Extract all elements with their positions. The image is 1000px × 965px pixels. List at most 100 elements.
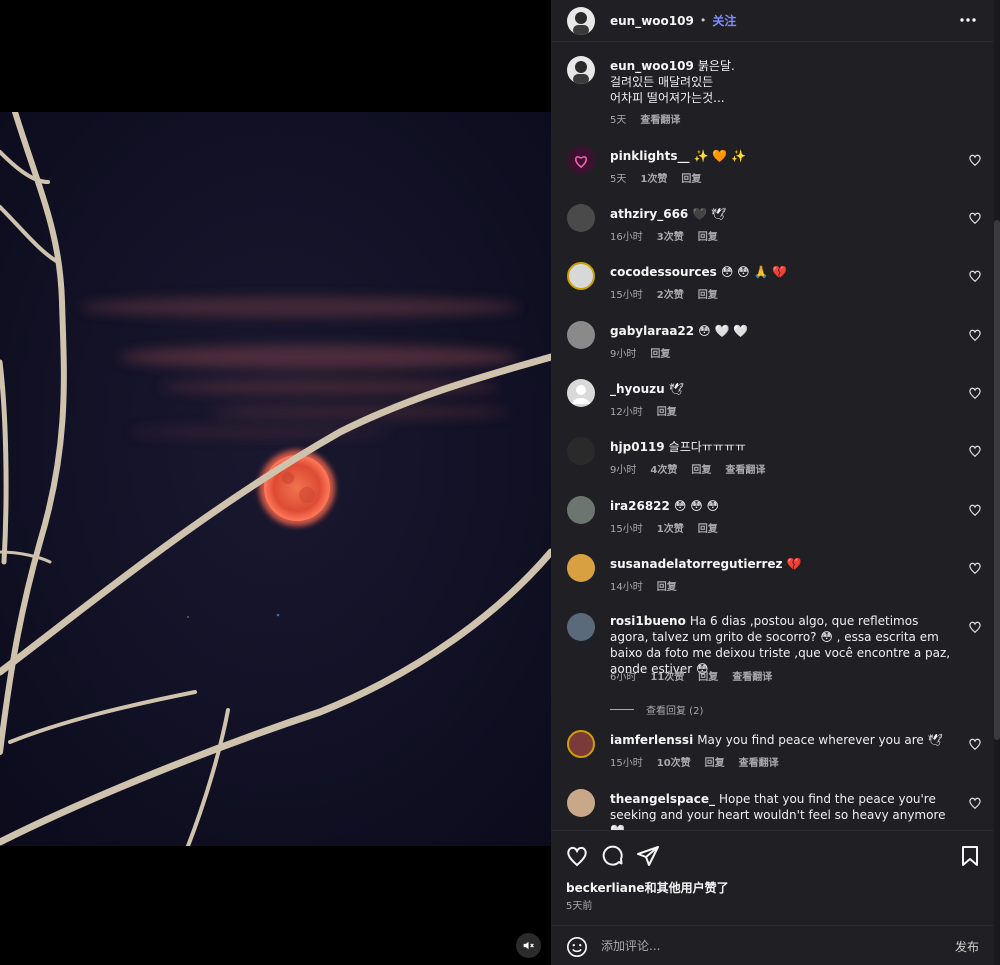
comment-username[interactable]: hjp0119	[610, 440, 665, 454]
comment-body: susanadelatorregutierrez 💔	[610, 556, 954, 572]
comment-meta: 9小时 回复	[610, 345, 670, 360]
comment-bubble-icon[interactable]	[601, 844, 625, 868]
view-replies-button[interactable]: 查看回复 (2)	[610, 702, 703, 717]
likes-summary[interactable]: beckerliane和其他用户赞了	[566, 879, 729, 896]
page-scrollbar-thumb[interactable]	[994, 220, 1000, 740]
mute-toggle-button[interactable]	[516, 933, 541, 958]
comment-text: May you find peace wherever you are 🕊	[697, 733, 943, 747]
comment-reply-button[interactable]: 回复	[681, 170, 701, 185]
like-comment-heart-icon[interactable]	[968, 153, 982, 167]
comment-likes[interactable]: 2次赞	[657, 286, 684, 301]
comment-body: theangelspace_ Hope that you find the pea…	[610, 791, 954, 830]
comment-time: 16小时	[610, 232, 643, 243]
comment-username[interactable]: ira26822	[610, 499, 670, 513]
comment-time: 15小时	[610, 524, 643, 535]
caption-username[interactable]: eun_woo109	[610, 59, 694, 73]
comment-likes[interactable]: 1次赞	[657, 520, 684, 535]
caption-translate-link[interactable]: 查看翻译	[640, 111, 680, 126]
comment-reply-button[interactable]: 回复	[657, 578, 677, 593]
comment-likes[interactable]: 1次赞	[640, 170, 667, 185]
comment-likes[interactable]: 4次赞	[650, 461, 677, 476]
save-bookmark-icon[interactable]	[958, 844, 982, 868]
comment-username[interactable]: susanadelatorregutierrez	[610, 557, 783, 571]
more-options-icon[interactable]	[958, 10, 978, 30]
author-avatar[interactable]	[567, 6, 595, 35]
comment-time: 5天	[610, 174, 627, 185]
comment-body: cocodessources 😳 😳 🙏 💔	[610, 264, 954, 280]
caption-author-avatar[interactable]	[567, 56, 595, 84]
commenter-avatar[interactable]	[567, 730, 595, 758]
separator-dot: •	[699, 14, 707, 27]
comment-reply-button[interactable]: 回复	[657, 403, 677, 418]
like-comment-heart-icon[interactable]	[968, 444, 982, 458]
comment-likes[interactable]: 11次赞	[650, 668, 684, 683]
comment-time: 9小时	[610, 465, 637, 476]
like-comment-heart-icon[interactable]	[968, 796, 982, 810]
comment-username[interactable]: cocodessources	[610, 265, 717, 279]
comment-text: 😳 😳 🙏 💔	[720, 265, 788, 279]
commenter-avatar[interactable]	[567, 554, 595, 582]
like-heart-icon[interactable]	[565, 844, 589, 868]
comment-reply-button[interactable]: 回复	[698, 520, 718, 535]
comment-time: 12小时	[610, 407, 643, 418]
comment-likes[interactable]: 3次赞	[657, 228, 684, 243]
commenter-avatar[interactable]	[567, 321, 595, 349]
comment-username[interactable]: _hyouzu	[610, 382, 665, 396]
comment-reply-button[interactable]: 回复	[698, 286, 718, 301]
commenter-avatar[interactable]	[567, 613, 595, 641]
comment-text: 슬프다ㅠㅠㅠㅠ	[668, 440, 746, 454]
follow-button[interactable]: 关注	[712, 12, 736, 29]
like-comment-heart-icon[interactable]	[968, 737, 982, 751]
comment-reply-button[interactable]: 回复	[698, 668, 718, 683]
commenter-avatar[interactable]	[567, 437, 595, 465]
commenter-avatar[interactable]	[567, 146, 595, 174]
post-media	[0, 0, 551, 965]
comment-meta: 15小时 2次赞 回复	[610, 286, 718, 301]
post-detail-panel: eun_woo109 • 关注 eun_woo109 붉은달. 걸려있든 매달려있…	[551, 0, 994, 965]
like-comment-heart-icon[interactable]	[968, 328, 982, 342]
comment-username[interactable]: pinklights__	[610, 149, 689, 163]
comment-translate-link[interactable]: 查看翻译	[732, 668, 772, 683]
like-comment-heart-icon[interactable]	[968, 620, 982, 634]
comment-meta: 6小时 11次赞 回复 查看翻译	[610, 668, 772, 683]
comment-composer: 发布	[551, 925, 994, 965]
comment-translate-link[interactable]: 查看翻译	[725, 461, 765, 476]
comment-username[interactable]: rosi1bueno	[610, 614, 686, 628]
comment-likes[interactable]: 10次赞	[657, 754, 691, 769]
comment-meta: 15小时 1次赞 回复	[610, 520, 718, 535]
commenter-avatar[interactable]	[567, 262, 595, 290]
comments-list[interactable]: eun_woo109 붉은달. 걸려있든 매달려있든 어차피 떨어져가는것... …	[551, 42, 994, 830]
comment-body: athziry_666 🖤 🕊	[610, 206, 954, 222]
like-comment-heart-icon[interactable]	[968, 211, 982, 225]
like-comment-heart-icon[interactable]	[968, 386, 982, 400]
comment-reply-button[interactable]: 回复	[691, 461, 711, 476]
comment-text: 🕊	[668, 382, 684, 396]
share-paper-plane-icon[interactable]	[636, 844, 660, 868]
comment-username[interactable]: gabylaraa22	[610, 324, 694, 338]
commenter-avatar[interactable]	[567, 496, 595, 524]
comment-username[interactable]: athziry_666	[610, 207, 688, 221]
comment-reply-button[interactable]: 回复	[650, 345, 670, 360]
comment-reply-button[interactable]: 回复	[705, 754, 725, 769]
comment-username[interactable]: theangelspace_	[610, 792, 715, 806]
comment-input[interactable]	[601, 934, 921, 958]
comment-time: 6小时	[610, 672, 637, 683]
default-avatar[interactable]	[567, 379, 595, 407]
comment-username[interactable]: iamferlenssi	[610, 733, 693, 747]
comment-reply-button[interactable]: 回复	[698, 228, 718, 243]
comment-time: 9小时	[610, 349, 637, 360]
commenter-avatar[interactable]	[567, 789, 595, 817]
comment-body: pinklights__ ✨ 🧡 ✨	[610, 148, 954, 164]
author-username[interactable]: eun_woo109	[610, 14, 694, 28]
comment-text: 😳 😳 😳	[673, 499, 720, 513]
comment-meta: 12小时 回复	[610, 403, 677, 418]
like-comment-heart-icon[interactable]	[968, 561, 982, 575]
commenter-avatar[interactable]	[567, 204, 595, 232]
post-header: eun_woo109 • 关注	[551, 0, 994, 42]
like-comment-heart-icon[interactable]	[968, 269, 982, 283]
like-comment-heart-icon[interactable]	[968, 503, 982, 517]
comment-body: iamferlenssi May you find peace wherever …	[610, 732, 954, 748]
emoji-icon[interactable]	[566, 936, 588, 958]
comment-translate-link[interactable]: 查看翻译	[739, 754, 779, 769]
post-comment-button[interactable]: 发布	[955, 938, 979, 955]
